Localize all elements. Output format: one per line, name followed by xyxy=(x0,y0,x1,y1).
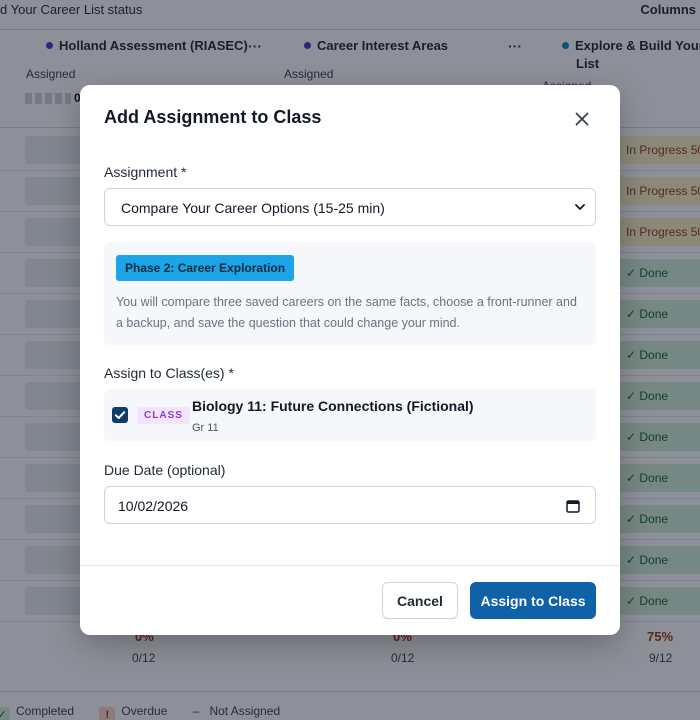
assign-to-class-button[interactable]: Assign to Class xyxy=(470,582,596,619)
assignment-info-panel: Phase 2: Career Exploration You will com… xyxy=(104,242,596,345)
assignment-selected-value: Compare Your Career Options (15-25 min) xyxy=(121,200,385,216)
class-checkbox[interactable] xyxy=(112,407,128,423)
cancel-button[interactable]: Cancel xyxy=(382,582,458,619)
calendar-icon[interactable] xyxy=(566,499,580,513)
due-date-input[interactable]: 10/02/2026 xyxy=(104,486,596,524)
assignment-label: Assignment * xyxy=(104,164,187,180)
dialog-footer-divider xyxy=(80,565,620,566)
check-icon xyxy=(114,411,126,419)
class-label: Assign to Class(es) * xyxy=(104,365,234,381)
assignment-select[interactable]: Compare Your Career Options (15-25 min) xyxy=(104,188,596,226)
assignment-description: You will compare three saved careers on … xyxy=(116,295,577,330)
due-date-label: Due Date (optional) xyxy=(104,462,226,478)
class-type-badge: CLASS xyxy=(137,407,190,424)
due-date-value: 10/02/2026 xyxy=(118,498,189,514)
add-assignment-dialog: Add Assignment to Class Assignment * Com… xyxy=(80,85,620,635)
phase-badge: Phase 2: Career Exploration xyxy=(116,255,295,281)
chevron-down-icon xyxy=(575,204,585,210)
close-button[interactable] xyxy=(572,109,592,129)
class-option[interactable]: CLASS Biology 11: Future Connections (Fi… xyxy=(104,389,596,441)
class-grade: Gr 11 xyxy=(192,422,219,434)
class-name: Biology 11: Future Connections (Fictiona… xyxy=(192,398,474,414)
close-icon xyxy=(575,112,589,126)
dialog-title: Add Assignment to Class xyxy=(104,107,322,127)
